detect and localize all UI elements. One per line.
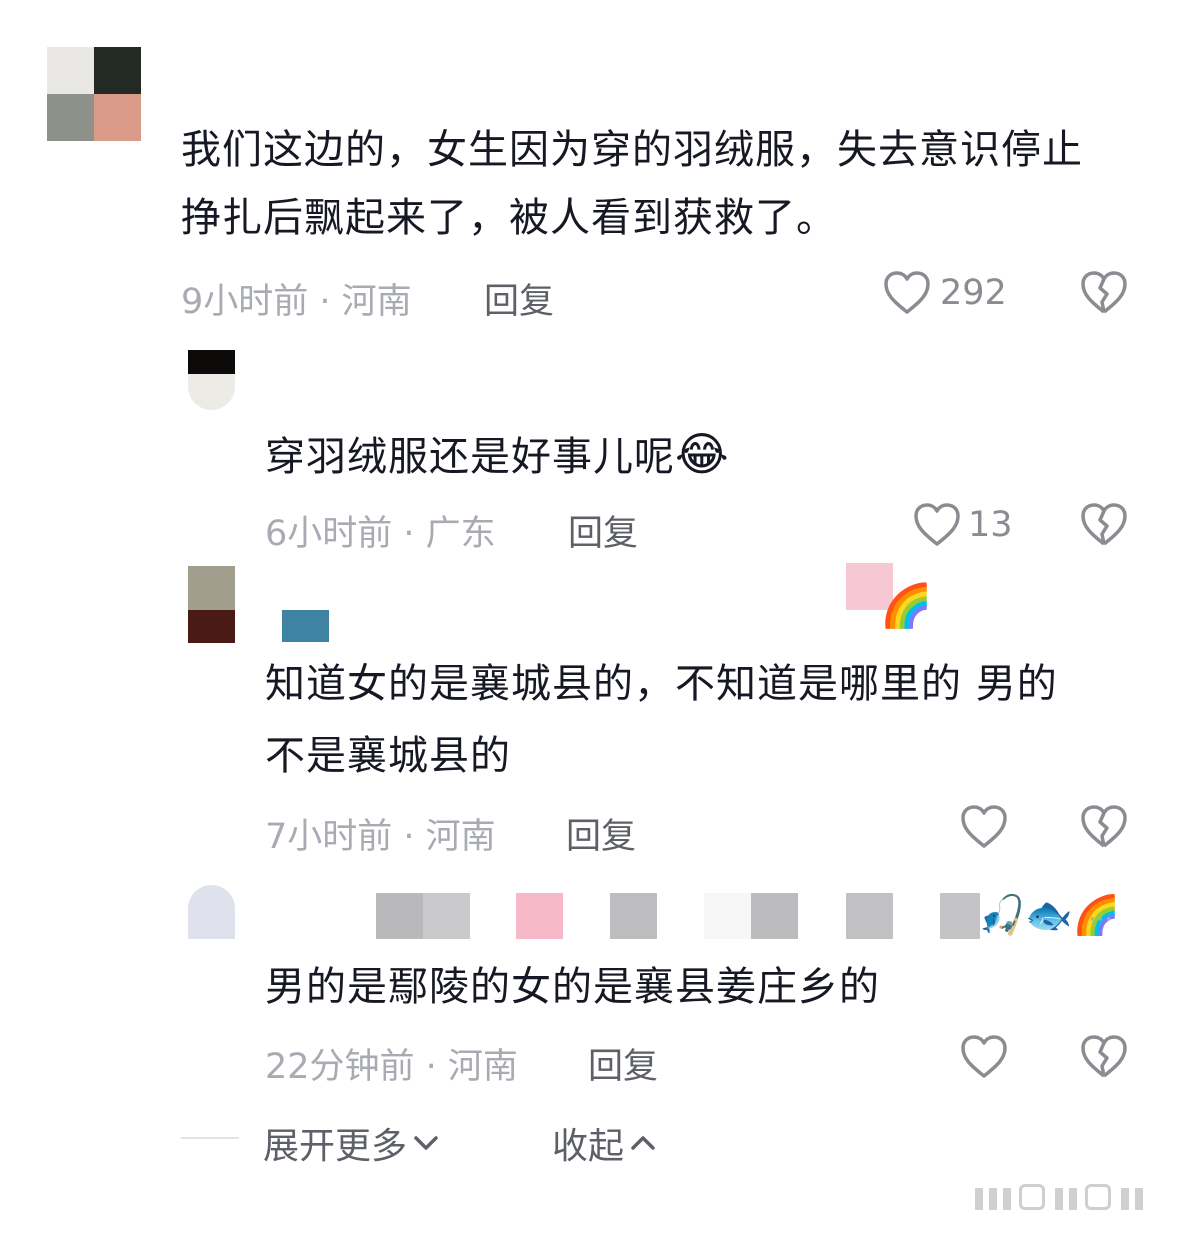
collapse-button[interactable]: 收起: [552, 1117, 656, 1169]
dislike-broken-heart-icon[interactable]: [1080, 804, 1128, 850]
comment-time-location: 9小时前 · 河南: [181, 282, 412, 322]
comment-time-location: 22分钟前 · 河南: [265, 1047, 518, 1087]
username-redacted[interactable]: [270, 893, 1090, 939]
comment-time-location: 7小时前 · 河南: [265, 817, 496, 857]
avatar[interactable]: [47, 47, 141, 141]
collapse-label: 收起: [552, 1126, 625, 1167]
dislike-broken-heart-icon[interactable]: [1080, 1034, 1128, 1080]
comment-time-location: 6小时前 · 广东: [265, 514, 496, 554]
comment-text: 我们这边的，女生因为穿的羽绒服，失去意识停止挣扎后飘起来了，被人看到获救了。: [181, 127, 1083, 241]
comment-text: 穿羽绒服还是好事儿呢😂: [265, 420, 730, 491]
like-heart-icon[interactable]: [913, 502, 961, 548]
dislike-broken-heart-icon[interactable]: [1080, 270, 1128, 316]
avatar[interactable]: [188, 885, 235, 939]
comment-text-line1: 知道女的是襄城县的，不知道是哪里的 男的: [265, 661, 1058, 707]
more-icon[interactable]: ···: [1088, 905, 1113, 935]
reply-button[interactable]: 回复: [484, 273, 554, 324]
like-count: 292: [940, 273, 1007, 313]
laughing-emoji-icon: 😂: [675, 427, 730, 481]
watermark-logo: [975, 1182, 1155, 1212]
avatar[interactable]: [188, 350, 235, 410]
username-badge: 🌈: [880, 581, 933, 630]
like-count: 13: [968, 505, 1013, 545]
divider-line: [181, 1137, 239, 1139]
reply-button[interactable]: 回复: [568, 505, 638, 556]
like-heart-icon[interactable]: [960, 804, 1008, 850]
reply-button[interactable]: 回复: [588, 1038, 658, 1089]
comment-text: 男的是鄢陵的女的是襄县姜庄乡的: [265, 964, 880, 1010]
expand-more-button[interactable]: 展开更多: [263, 1117, 439, 1169]
chevron-up-icon: [630, 1133, 656, 1153]
username-redacted[interactable]: [282, 610, 329, 642]
like-heart-icon[interactable]: [883, 270, 931, 316]
reply-button[interactable]: 回复: [566, 808, 636, 859]
like-heart-icon[interactable]: [960, 1034, 1008, 1080]
comment-text-content: 穿羽绒服还是好事儿呢: [265, 434, 675, 480]
chevron-down-icon: [413, 1133, 439, 1153]
dislike-broken-heart-icon[interactable]: [1080, 502, 1128, 548]
comment-text-line2: 不是襄城县的: [265, 733, 511, 779]
expand-more-label: 展开更多: [263, 1126, 408, 1167]
avatar[interactable]: [188, 566, 235, 643]
